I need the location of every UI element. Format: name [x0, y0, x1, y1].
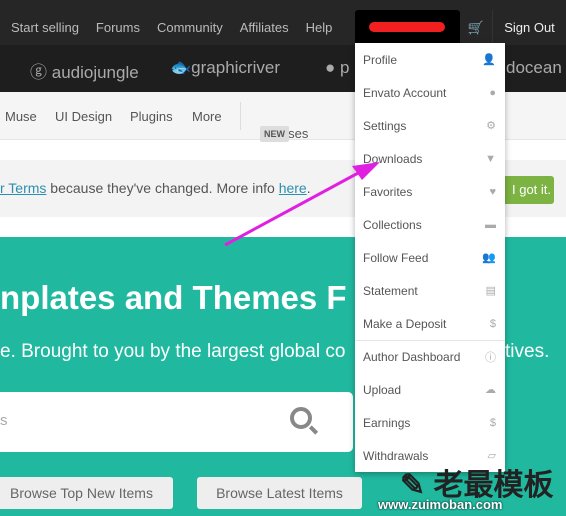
search-input[interactable]: s [0, 392, 353, 452]
menu-item-label: Envato Account [363, 85, 447, 100]
cart-icon[interactable]: 🛒 [460, 10, 492, 45]
menu-item-settings[interactable]: Settings ⚙ [355, 109, 505, 142]
forums-link[interactable]: Forums [96, 20, 140, 35]
menu-item-label: Author Dashboard [363, 350, 461, 364]
here-link[interactable]: here [279, 180, 307, 196]
menu-item-label: Upload [363, 382, 402, 397]
menu-item-favorites[interactable]: Favorites ♥ [355, 175, 505, 208]
menu-item-label: Favorites [363, 184, 413, 199]
brand-graphicriver[interactable]: 🐟graphicriver [170, 58, 280, 78]
menu-item-profile[interactable]: Profile 👤 [355, 43, 505, 76]
hero-subtitle: e. Brought to you by the largest global … [0, 341, 550, 362]
menu-item-statement[interactable]: Statement ▤ [355, 274, 505, 307]
menu-item-label: Downloads [363, 151, 423, 166]
browse-latest-items-button[interactable]: Browse Latest Items [197, 477, 362, 509]
hero-title: nplates and Themes F [0, 279, 347, 316]
nav-more[interactable]: More [192, 109, 222, 124]
cloud-upload-icon: ☁ [485, 384, 496, 396]
info-icon: ⓘ [485, 352, 496, 364]
money-bag-icon: $ [489, 416, 496, 429]
terms-link[interactable]: r Terms [0, 180, 46, 196]
menu-item-make-a-deposit[interactable]: Make a Deposit $ [355, 307, 505, 340]
brand-codecanyon[interactable]: docean [506, 58, 562, 78]
top-bar: Start selling Forums Community Affiliate… [0, 0, 566, 45]
menu-item-upload[interactable]: Upload ☁ [355, 373, 505, 406]
nav-muse[interactable]: Muse [5, 109, 37, 124]
sign-out-button[interactable]: Sign Out [492, 10, 566, 45]
leaf-icon: ● [489, 86, 496, 99]
follow-icon: 👥 [482, 252, 496, 264]
browse-top-new-items-button[interactable]: Browse Top New Items [0, 477, 173, 509]
heart-icon: ♥ [489, 185, 496, 198]
nav-ui-design[interactable]: UI Design [55, 109, 112, 124]
affiliates-link[interactable]: Affiliates [240, 20, 289, 35]
menu-item-envato-account[interactable]: Envato Account ● [355, 76, 505, 109]
menu-item-author-dashboard[interactable]: Author Dashboard ⓘ [355, 340, 505, 373]
start-selling-link[interactable]: Start selling [11, 20, 79, 35]
new-badge: NEW [260, 126, 289, 142]
account-menu-button[interactable] [355, 10, 460, 45]
user-icon: 👤 [482, 54, 496, 66]
folder-icon: ▬ [485, 218, 496, 231]
menu-item-collections[interactable]: Collections ▬ [355, 208, 505, 241]
menu-item-label: Settings [363, 118, 407, 133]
nav-plugins[interactable]: Plugins [130, 109, 173, 124]
search-icon[interactable] [290, 407, 312, 429]
watermark-url: www.zuimoban.com [378, 497, 503, 512]
search-placeholder: s [0, 412, 8, 429]
menu-item-label: Earnings [363, 415, 411, 430]
menu-item-label: Make a Deposit [363, 316, 447, 331]
nav-divider [240, 102, 241, 130]
download-icon: ▼ [485, 152, 496, 165]
got-it-button[interactable]: I got it. [500, 176, 554, 204]
menu-item-earnings[interactable]: Earnings $ [355, 406, 505, 439]
menu-item-label: Statement [363, 283, 418, 298]
dollar-icon: $ [489, 317, 496, 330]
menu-item-follow-feed[interactable]: Follow Feed 👥 [355, 241, 505, 274]
brand-p[interactable]: ● p [325, 58, 349, 78]
account-dropdown-menu: Profile 👤 Envato Account ● Settings ⚙ Download… [355, 43, 505, 472]
help-link[interactable]: Help [306, 20, 333, 35]
menu-item-label: Follow Feed [363, 250, 429, 265]
menu-item-downloads[interactable]: Downloads ▼ [355, 142, 505, 175]
community-link[interactable]: Community [157, 20, 223, 35]
statement-icon: ▤ [485, 285, 496, 297]
redaction-mark [369, 22, 445, 32]
menu-item-label: Profile [363, 52, 398, 67]
top-links: Start selling Forums Community Affiliate… [11, 20, 332, 35]
menu-item-label: Collections [363, 217, 422, 232]
gear-icon: ⚙ [486, 120, 496, 132]
brand-audiojungle[interactable]: ⓖ audiojungle [30, 58, 139, 83]
